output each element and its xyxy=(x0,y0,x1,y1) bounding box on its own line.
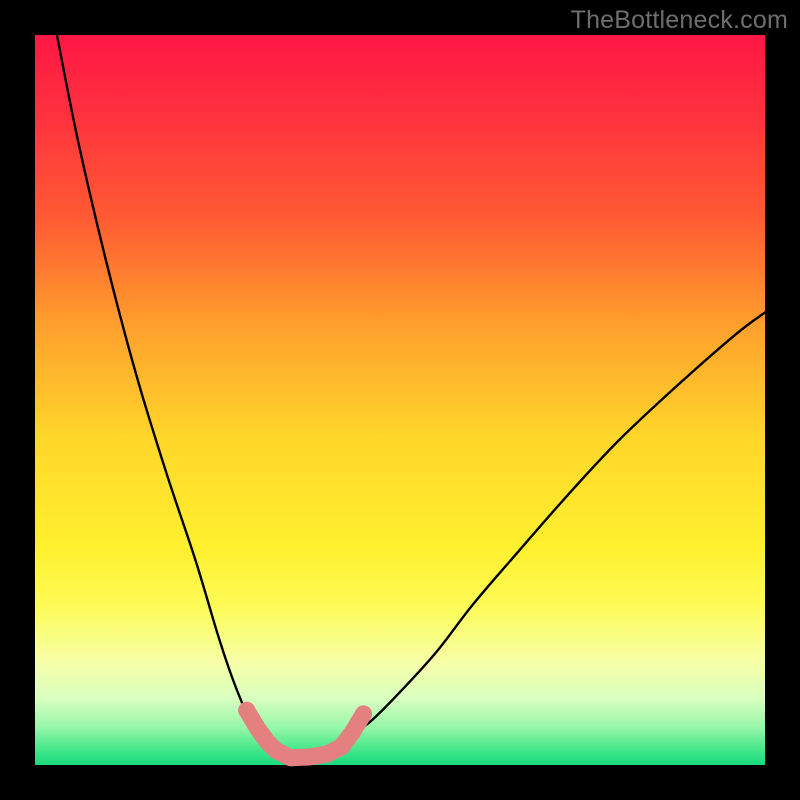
curve-right-branch xyxy=(291,312,766,757)
watermark-label: TheBottleneck.com xyxy=(571,6,788,35)
marker-right-end-dot xyxy=(355,705,372,722)
chart-svg xyxy=(35,35,765,765)
marker-left-start-dot xyxy=(238,702,255,719)
chart-frame: TheBottleneck.com xyxy=(0,0,800,800)
curve-left-branch xyxy=(57,35,291,758)
marker-left-to-bottom xyxy=(276,750,291,757)
